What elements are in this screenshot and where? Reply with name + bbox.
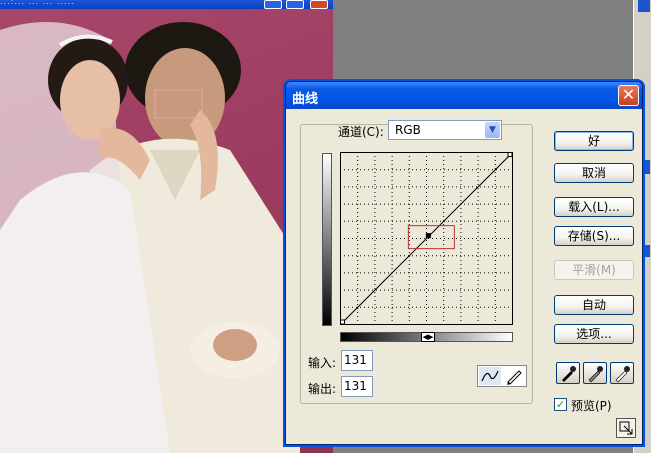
- close-button[interactable]: [310, 0, 328, 9]
- dialog-titlebar[interactable]: 曲线 ✕: [286, 82, 642, 109]
- black-eyedropper-icon[interactable]: [556, 362, 580, 384]
- photo-canvas[interactable]: ...:... ... ... .....: [0, 0, 333, 453]
- chevron-down-icon[interactable]: ▼: [485, 122, 500, 138]
- channel-value: RGB: [395, 123, 421, 137]
- curve-graph[interactable]: [340, 152, 513, 325]
- channel-select[interactable]: RGB ▼: [388, 120, 502, 140]
- expand-dialog-icon[interactable]: [616, 418, 636, 438]
- palette-titlebar[interactable]: [638, 0, 650, 12]
- white-eyedropper-icon[interactable]: [610, 362, 634, 384]
- preview-label: 预览(P): [571, 399, 612, 413]
- photo-window-title: ...:... ... ... .....: [0, 0, 75, 6]
- output-field[interactable]: 131: [341, 376, 373, 397]
- curve-point[interactable]: [425, 233, 431, 239]
- smooth-button[interactable]: 平滑(M): [554, 260, 634, 280]
- preview-checkbox[interactable]: ✓: [554, 398, 567, 411]
- gray-eyedropper-icon[interactable]: [583, 362, 607, 384]
- channel-label: 通道(C):: [338, 125, 384, 139]
- ok-button[interactable]: 好: [554, 131, 634, 151]
- pencil-tool-icon[interactable]: [503, 367, 525, 385]
- auto-button[interactable]: 自动: [554, 295, 634, 315]
- wedding-photo: [0, 22, 300, 453]
- minimize-button[interactable]: [264, 0, 282, 9]
- curve-endpoint-black[interactable]: [340, 319, 345, 325]
- maximize-button[interactable]: [286, 0, 304, 9]
- dialog-title: 曲线: [292, 92, 319, 107]
- curve-endpoint-white[interactable]: [507, 152, 513, 157]
- curve-point-tool-icon[interactable]: [479, 367, 501, 385]
- cancel-button[interactable]: 取消: [554, 163, 634, 183]
- input-label: 输入:: [308, 356, 337, 370]
- curves-dialog: 曲线 ✕ 通道(C): RGB ▼ ◀▶ 输入: 131 输出: 131 好 取…: [285, 81, 643, 445]
- output-gradient-bar: [322, 153, 332, 326]
- photo-window-titlebar[interactable]: ...:... ... ... .....: [0, 0, 333, 9]
- close-icon[interactable]: ✕: [618, 85, 639, 106]
- options-button[interactable]: 选项...: [554, 324, 634, 344]
- input-field[interactable]: 131: [341, 350, 373, 371]
- gradient-toggle-icon[interactable]: ◀▶: [421, 332, 435, 342]
- save-button[interactable]: 存储(S)...: [554, 226, 634, 246]
- curve-tools: [477, 365, 527, 387]
- output-label: 输出:: [308, 382, 337, 396]
- load-button[interactable]: 载入(L)...: [554, 197, 634, 217]
- input-gradient-bar[interactable]: ◀▶: [340, 332, 513, 342]
